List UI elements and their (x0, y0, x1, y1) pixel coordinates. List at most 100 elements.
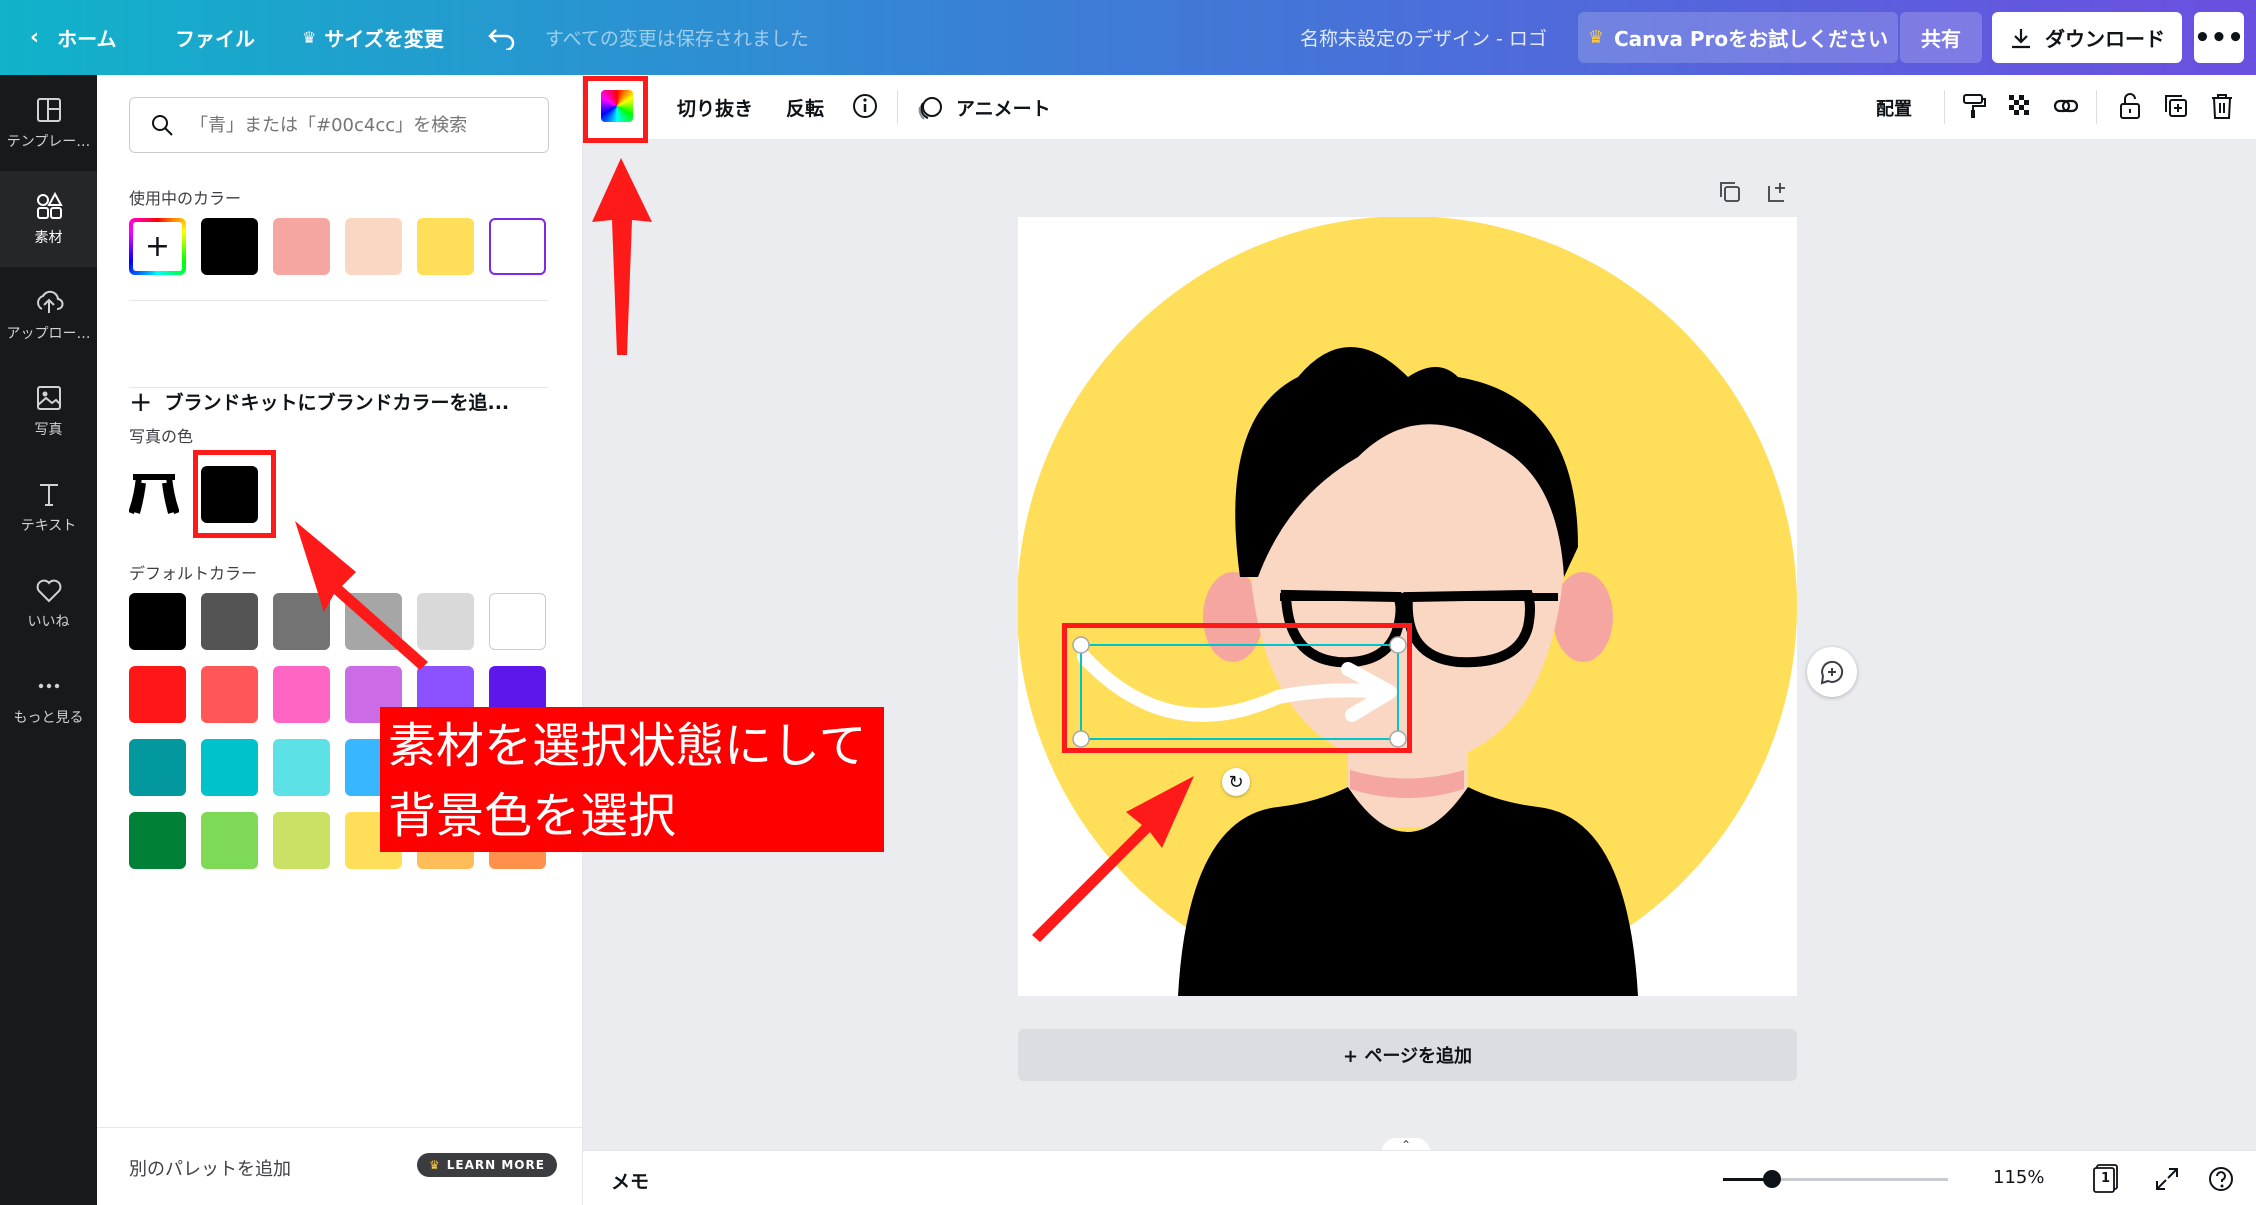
bottom-bar: メモ 115% 1 (583, 1150, 2256, 1205)
swatch-in-use-selected[interactable] (489, 218, 546, 275)
more-icon (38, 683, 59, 689)
resize-label: サイズを変更 (324, 27, 444, 51)
in-use-colors-label: 使用中のカラー (129, 189, 242, 208)
instruction-callout: 素材を選択状態にして 背景色を選択 (380, 707, 884, 852)
toolbar-divider (2096, 90, 2097, 124)
save-status: すべての変更は保存されました (545, 28, 809, 50)
photo-thumbnail (128, 467, 180, 517)
try-pro-button[interactable]: ♛ Canva Proをお試しください (1578, 12, 1898, 63)
toolbar-divider (1944, 90, 1945, 124)
crown-icon: ♛ (429, 1158, 441, 1172)
highlight-selected-element (1062, 623, 1412, 753)
chevron-left-icon: ‹ (30, 25, 40, 50)
rail-item-elements[interactable]: 素材 (0, 171, 97, 267)
color-search-input[interactable] (190, 114, 520, 136)
swatch-default-color[interactable] (489, 593, 546, 650)
help-icon[interactable] (2205, 1163, 2237, 1195)
zoom-level[interactable]: 115% (1993, 1167, 2044, 1188)
swatch-default-color[interactable] (273, 739, 330, 796)
undo-icon[interactable] (488, 0, 516, 75)
learn-more-label: LEARN MORE (446, 1158, 545, 1172)
text-icon (39, 484, 58, 506)
swatch-in-use[interactable] (273, 218, 330, 275)
share-button[interactable]: 共有 (1900, 12, 1982, 63)
swatch-default-color[interactable] (201, 666, 258, 723)
add-page-icon[interactable] (1762, 176, 1794, 208)
divider (129, 300, 549, 301)
swatch-default-color[interactable] (345, 593, 402, 650)
swatch-default-color[interactable] (273, 812, 330, 869)
add-brand-color-button[interactable]: + ブランドキットにブランドカラーを追... (129, 385, 509, 418)
swatch-in-use[interactable] (201, 218, 258, 275)
swatch-default-color[interactable] (201, 812, 258, 869)
swatch-default-color[interactable] (273, 593, 330, 650)
paint-roller-icon[interactable] (1958, 90, 1990, 122)
animate-label: アニメート (956, 98, 1051, 120)
swatch-default-color[interactable] (201, 739, 258, 796)
photo-colors-label: 写真の色 (129, 427, 194, 446)
crop-button[interactable]: 切り抜き (677, 75, 753, 140)
crown-icon: ♛ (1587, 27, 1604, 48)
color-panel: 使用中のカラー + + ブランドキットにブランドカラーを追... 写真の色 デフ… (97, 75, 583, 1205)
design-title[interactable]: 名称未設定のデザイン - ロゴ (1300, 0, 1547, 75)
rail-item-more[interactable]: もっと見る (0, 651, 97, 747)
add-palette-link[interactable]: 別のパレットを追加 (129, 1155, 291, 1181)
home-button[interactable]: ‹ ホーム (30, 0, 116, 75)
rotate-handle-icon[interactable]: ↻ (1222, 768, 1250, 796)
page-count-icon[interactable]: 1 (2093, 1163, 2119, 1193)
download-button[interactable]: ダウンロード (1992, 12, 2182, 63)
color-search[interactable] (129, 97, 549, 153)
file-menu[interactable]: ファイル (175, 0, 255, 75)
toolbar-divider (897, 90, 898, 124)
add-color-button[interactable]: + (129, 218, 186, 275)
rail-label: もっと見る (13, 710, 84, 726)
add-page-button[interactable]: + ページを追加 (1018, 1029, 1797, 1081)
swatch-default-color[interactable] (417, 593, 474, 650)
left-rail: テンプレー… 素材 アップロー… 写真 テキスト いいね もっと見る (0, 75, 97, 1205)
comment-icon (1820, 660, 1844, 685)
transparency-icon[interactable] (2004, 90, 2036, 122)
rail-item-photos[interactable]: 写真 (0, 363, 97, 459)
rail-item-uploads[interactable]: アップロー… (0, 267, 97, 363)
panel-footer: 別のパレットを追加 ♛ LEARN MORE (97, 1127, 583, 1205)
add-comment-button[interactable] (1807, 647, 1857, 697)
rail-item-text[interactable]: テキスト (0, 459, 97, 555)
trash-icon[interactable] (2206, 90, 2238, 122)
rail-item-templates[interactable]: テンプレー… (0, 75, 97, 171)
rail-label: 素材 (34, 230, 63, 246)
swatch-in-use[interactable] (345, 218, 402, 275)
search-icon (152, 115, 173, 136)
duplicate-icon[interactable] (2160, 90, 2192, 122)
lock-icon[interactable] (2114, 90, 2146, 122)
resize-button[interactable]: ♛ サイズを変更 (302, 0, 444, 75)
try-pro-label: Canva Proをお試しください (1613, 27, 1889, 51)
position-button[interactable]: 配置 (1876, 75, 1912, 140)
swatch-default-color[interactable] (129, 739, 186, 796)
learn-more-badge[interactable]: ♛ LEARN MORE (417, 1153, 557, 1177)
swatch-default-color[interactable] (201, 593, 258, 650)
link-icon[interactable] (2050, 90, 2082, 122)
vertical-scrollbar[interactable] (2236, 140, 2256, 1140)
zoom-slider-handle[interactable] (1763, 1170, 1781, 1188)
swatch-in-use[interactable] (417, 218, 474, 275)
elements-icon (36, 191, 63, 219)
fullscreen-icon[interactable] (2151, 1163, 2183, 1195)
photo-icon (36, 386, 61, 410)
design-artboard[interactable] (1018, 217, 1797, 996)
rail-label: アップロー… (6, 326, 91, 342)
crown-icon: ♛ (302, 28, 317, 47)
rail-label: テンプレー… (6, 134, 91, 150)
swatch-default-color[interactable] (129, 812, 186, 869)
swatch-default-color[interactable] (129, 666, 186, 723)
rail-item-likes[interactable]: いいね (0, 555, 97, 651)
swatch-default-color[interactable] (273, 666, 330, 723)
notes-button[interactable]: メモ (611, 1167, 649, 1194)
animate-button[interactable]: アニメート (916, 75, 1051, 140)
plus-icon: + (133, 222, 182, 271)
zoom-slider[interactable] (1723, 1178, 1948, 1181)
more-menu-button[interactable]: ••• (2194, 12, 2244, 63)
swatch-default-color[interactable] (129, 593, 186, 650)
flip-button[interactable]: 反転 (786, 75, 824, 140)
info-icon[interactable] (849, 90, 881, 122)
copy-page-icon[interactable] (1714, 176, 1746, 208)
